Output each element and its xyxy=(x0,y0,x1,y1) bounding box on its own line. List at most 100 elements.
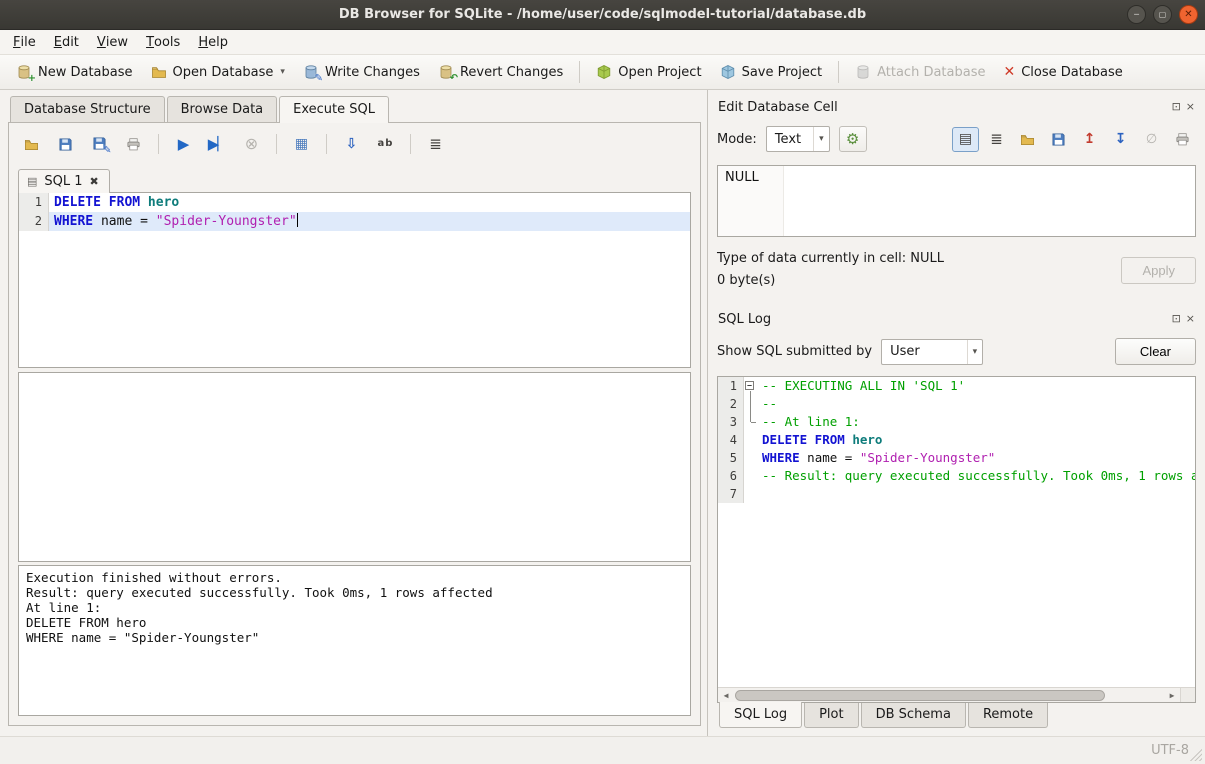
print-button[interactable] xyxy=(120,132,147,156)
fold-gutter xyxy=(744,467,757,485)
toolbar-separator xyxy=(579,61,580,83)
tab-execute-sql[interactable]: Execute SQL xyxy=(279,96,389,123)
sql-log-title: SQL Log xyxy=(718,312,771,327)
message-line: Result: query executed successfully. Too… xyxy=(26,585,683,600)
mode-value: Text xyxy=(775,132,813,147)
export-cell-data-button[interactable]: ↧ xyxy=(1107,127,1134,152)
main-tab-bar: Database Structure Browse Data Execute S… xyxy=(8,96,701,122)
execute-all-button[interactable]: ▶ xyxy=(170,132,197,156)
tab-database-structure[interactable]: Database Structure xyxy=(10,96,165,122)
word-wrap-icon: ≣ xyxy=(990,132,1003,147)
save-project-label: Save Project xyxy=(742,65,823,80)
open-cell-file-button[interactable] xyxy=(1014,127,1041,152)
find-replace-button[interactable]: ab xyxy=(372,132,399,156)
code-text: WHERE name = "Spider-Youngster" xyxy=(757,449,1195,467)
open-database-button[interactable]: Open Database ▾ xyxy=(143,60,293,84)
save-sql-file-button[interactable] xyxy=(52,132,79,156)
revert-changes-button[interactable]: ↶ Revert Changes xyxy=(430,60,571,84)
window-title: DB Browser for SQLite - /home/user/code/… xyxy=(0,7,1205,22)
execution-messages: Execution finished without errors.Result… xyxy=(18,565,691,716)
close-button[interactable]: ✕ xyxy=(1179,5,1198,24)
menu-edit[interactable]: Edit xyxy=(45,30,88,54)
scroll-right-icon[interactable]: ▶ xyxy=(1164,691,1180,700)
dock-tab-bar: SQL Log Plot DB Schema Remote xyxy=(717,703,1196,736)
attach-database-button: Attach Database xyxy=(847,60,993,84)
fold-marker-icon[interactable]: − xyxy=(744,377,757,395)
code-text: -- xyxy=(757,395,1195,413)
scroll-left-icon[interactable]: ◀ xyxy=(718,691,734,700)
resize-grip[interactable] xyxy=(1190,749,1202,761)
plus-badge-icon: + xyxy=(28,74,36,84)
float-panel-icon[interactable]: ⊡ xyxy=(1172,313,1181,325)
submitted-by-value: User xyxy=(890,344,966,359)
write-changes-button[interactable]: ✎ Write Changes xyxy=(295,60,428,84)
close-database-button[interactable]: ✕ Close Database xyxy=(995,60,1130,84)
line-number: 5 xyxy=(718,449,744,467)
line-number: 4 xyxy=(718,431,744,449)
minimize-button[interactable]: ─ xyxy=(1127,5,1146,24)
horizontal-scrollbar[interactable]: ◀ ▶ xyxy=(718,687,1195,702)
cell-editor[interactable]: NULL xyxy=(717,165,1196,237)
scrollbar-thumb[interactable] xyxy=(735,690,1105,701)
open-project-button[interactable]: Open Project xyxy=(588,60,709,84)
code-text xyxy=(757,485,1195,503)
left-pane: Database Structure Browse Data Execute S… xyxy=(0,90,707,736)
message-line: DELETE FROM hero xyxy=(26,615,683,630)
scrollbar-track[interactable] xyxy=(734,688,1164,702)
code-line-5: 5 WHERE name = "Spider-Youngster" xyxy=(718,449,1195,467)
code-text: -- Result: query executed successfully. … xyxy=(757,467,1195,485)
code-text: -- EXECUTING ALL IN 'SQL 1' xyxy=(757,377,1195,395)
menu-help[interactable]: Help xyxy=(189,30,237,54)
titlebar: DB Browser for SQLite - /home/user/code/… xyxy=(0,0,1205,30)
sql-tab[interactable]: ▤ SQL 1 ✖ xyxy=(18,169,110,193)
tab-remote[interactable]: Remote xyxy=(968,703,1048,728)
sql-log-view[interactable]: 1−-- EXECUTING ALL IN 'SQL 1'2--3-- At l… xyxy=(717,376,1196,703)
close-panel-icon[interactable]: × xyxy=(1186,101,1195,113)
execute-current-line-button[interactable]: ▶▏ xyxy=(204,132,231,156)
mode-label: Mode: xyxy=(717,132,757,147)
code-line-3: 3-- At line 1: xyxy=(718,413,1195,431)
tab-db-schema[interactable]: DB Schema xyxy=(861,703,966,728)
tab-plot[interactable]: Plot xyxy=(804,703,859,728)
auto-format-button[interactable]: ⚙ xyxy=(839,126,867,152)
code-text: -- At line 1: xyxy=(757,413,1195,431)
mode-select[interactable]: Text ▾ xyxy=(766,126,830,152)
results-grid[interactable] xyxy=(18,372,691,562)
text-document-icon: ▤ xyxy=(959,132,972,146)
toolbar-separator xyxy=(276,134,277,154)
toolbar-separator xyxy=(326,134,327,154)
sql-tab-close-icon[interactable]: ✖ xyxy=(90,175,99,188)
text-view-button[interactable]: ▤ xyxy=(952,127,979,152)
menu-view[interactable]: View xyxy=(88,30,137,54)
tab-sql-log[interactable]: SQL Log xyxy=(719,702,802,728)
tab-browse-data[interactable]: Browse Data xyxy=(167,96,278,122)
main-content: Database Structure Browse Data Execute S… xyxy=(0,90,1205,736)
maximize-button[interactable]: ▢ xyxy=(1153,5,1172,24)
save-sql-file-as-button[interactable]: ✎ xyxy=(86,132,113,156)
close-panel-icon[interactable]: × xyxy=(1186,313,1195,325)
word-wrap-button[interactable]: ≣ xyxy=(422,132,449,156)
menu-file[interactable]: File xyxy=(4,30,45,54)
chevron-down-icon: ▾ xyxy=(967,340,983,364)
export-csv-button[interactable]: ⇩ xyxy=(338,132,365,156)
new-database-button[interactable]: + New Database xyxy=(8,60,141,84)
save-results-button[interactable]: ▦ xyxy=(288,132,315,156)
print-cell-button[interactable] xyxy=(1169,127,1196,152)
menu-tools[interactable]: Tools xyxy=(137,30,189,54)
cell-toolbar: ▤ ≣ ↥ ↧ ∅ xyxy=(952,127,1196,152)
import-cell-data-button[interactable]: ↥ xyxy=(1076,127,1103,152)
clear-log-button[interactable]: Clear xyxy=(1115,338,1196,365)
float-panel-icon[interactable]: ⊡ xyxy=(1172,101,1181,113)
cell-editor-area[interactable] xyxy=(784,166,1195,236)
sql-editor[interactable]: 1DELETE FROM hero2WHERE name = "Spider-Y… xyxy=(18,192,691,368)
save-cell-file-button[interactable] xyxy=(1045,127,1072,152)
code-text: DELETE FROM hero xyxy=(757,431,1195,449)
open-database-dropdown-icon[interactable]: ▾ xyxy=(280,67,285,77)
encoding-indicator[interactable]: UTF-8 xyxy=(1151,743,1189,758)
word-wrap-cell-button[interactable]: ≣ xyxy=(983,127,1010,152)
submitted-by-select[interactable]: User ▾ xyxy=(881,339,983,365)
open-sql-file-button[interactable] xyxy=(18,132,45,156)
save-project-button[interactable]: Save Project xyxy=(712,60,831,84)
toolbar-separator xyxy=(158,134,159,154)
find-replace-icon: ab xyxy=(378,139,394,149)
